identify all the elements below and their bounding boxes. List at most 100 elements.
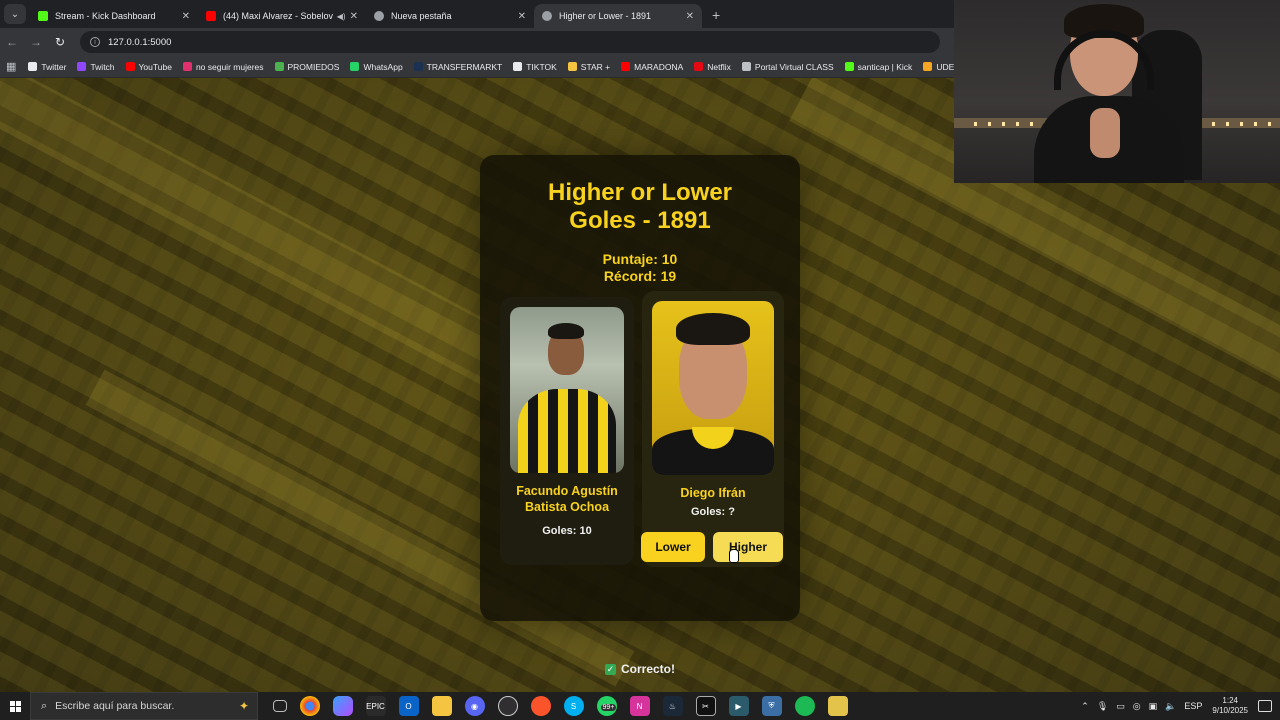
whatsapp-icon[interactable]: 99+ — [596, 696, 617, 716]
kick-icon — [38, 11, 48, 21]
bookmark-item[interactable]: no seguir mujeres — [182, 62, 264, 72]
bookmark-item[interactable]: PROMIEDOS — [274, 62, 339, 72]
notification-badge: 99+ — [600, 704, 617, 711]
bookmark-favicon-icon — [844, 62, 854, 71]
game-title-line1: Higher or Lower — [547, 179, 733, 206]
tab-higher-or-lower[interactable]: Higher or Lower - 1891 ✕ — [534, 4, 702, 28]
bookmark-item[interactable]: Portal Virtual CLASS — [741, 61, 834, 72]
webcam-overlay — [954, 0, 1280, 183]
bookmark-label: Twitch — [90, 61, 115, 72]
bookmark-favicon-icon — [274, 62, 284, 71]
tab-youtube[interactable]: (44) Maxi Alvarez - Sobelov ◀) ✕ — [198, 4, 366, 28]
chrome-icon — [374, 11, 384, 21]
volume-icon[interactable]: 🔈 — [1165, 701, 1176, 712]
terminal-icon[interactable]: ▶ — [728, 696, 749, 716]
bookmark-item[interactable]: YouTube — [125, 62, 172, 72]
bookmark-item[interactable]: STAR + — [567, 61, 611, 72]
copilot-sparkle-icon[interactable]: ✦ — [239, 699, 249, 713]
bookmark-item[interactable]: MARADONA — [621, 62, 683, 72]
close-icon[interactable]: ✕ — [686, 11, 694, 22]
bookmark-label: STAR + — [580, 61, 611, 72]
bookmark-item[interactable]: santicap | Kick — [844, 62, 912, 72]
left-player-card: Facundo Agustín Batista Ochoa Goles: 10 — [500, 297, 634, 565]
bookmark-item[interactable]: Twitch — [77, 61, 115, 72]
battery-icon[interactable]: ▭ — [1116, 701, 1125, 712]
bookmark-label: Portal Virtual CLASS — [754, 61, 834, 72]
apps-grid-icon[interactable]: ▦ — [6, 60, 16, 73]
close-icon[interactable]: ✕ — [350, 11, 358, 22]
copilot-icon[interactable] — [332, 696, 353, 716]
hand-cursor-icon — [729, 549, 739, 563]
bookmark-favicon-icon — [413, 62, 423, 71]
address-bar[interactable]: i 127.0.0.1:5000 — [80, 31, 940, 53]
taskbar-search-box[interactable]: ⌕ Escribe aquí para buscar. ✦ — [30, 692, 258, 720]
microphone-icon[interactable]: 🎙 — [1097, 701, 1108, 712]
outlook-icon[interactable]: O — [398, 696, 419, 716]
file-explorer-icon[interactable] — [431, 696, 452, 716]
skype-icon[interactable]: S — [563, 696, 584, 716]
bookmark-item[interactable]: TIKTOK — [513, 62, 557, 72]
forward-arrow-icon[interactable]: → — [24, 35, 48, 49]
lower-button[interactable]: Lower — [641, 532, 705, 562]
windows-start-button[interactable] — [0, 700, 30, 712]
address-text: 127.0.0.1:5000 — [108, 36, 172, 48]
clock[interactable]: 1:24 9/10/2025 — [1212, 696, 1248, 716]
capcut-icon[interactable]: ✂ — [695, 696, 716, 716]
result-text: Correcto! — [620, 662, 675, 676]
meet-now-icon[interactable]: ◎ — [1133, 701, 1141, 712]
player-hair — [676, 313, 750, 345]
bookmark-favicon-icon — [182, 62, 192, 71]
left-player-photo — [510, 307, 624, 473]
bookmark-favicon-icon — [621, 62, 631, 71]
epic-games-icon[interactable]: EPIC — [365, 696, 386, 716]
left-player-goals: Goles: 10 — [542, 525, 592, 537]
discord-icon[interactable]: ◉ — [464, 696, 485, 716]
system-tray: ⌃ 🎙 ▭ ◎ ▣ 🔈 ESP 1:24 9/10/2025 — [1077, 692, 1280, 720]
new-tab-plus-icon[interactable]: + — [712, 7, 720, 23]
bookmark-item[interactable]: TRANSFERMARKT — [413, 62, 502, 72]
tab-search-button[interactable]: ⌄ — [4, 4, 26, 24]
tab-kick-dashboard[interactable]: Stream - Kick Dashboard ✕ — [30, 4, 198, 28]
chevron-up-icon[interactable]: ⌃ — [1081, 701, 1089, 712]
speaker-icon[interactable]: ◀) — [337, 12, 346, 21]
game-title: Higher or Lower Goles - 1891 — [480, 179, 800, 235]
bookmark-favicon-icon — [513, 62, 523, 71]
clock-time: 1:24 — [1222, 696, 1238, 705]
bookmark-favicon-icon — [28, 62, 38, 71]
bookmark-favicon-icon — [567, 62, 577, 71]
search-placeholder: Escribe aquí para buscar. — [55, 700, 175, 712]
notification-center-icon[interactable] — [1258, 700, 1272, 712]
language-indicator[interactable]: ESP — [1184, 701, 1202, 711]
site-info-icon[interactable]: i — [90, 37, 100, 47]
close-icon[interactable]: ✕ — [182, 11, 190, 22]
file-manager-icon[interactable] — [827, 696, 848, 716]
bookmark-favicon-icon — [125, 62, 135, 71]
back-arrow-icon[interactable]: ← — [0, 35, 24, 49]
search-icon: ⌕ — [41, 699, 48, 712]
onenote-icon[interactable]: N — [629, 696, 650, 716]
higher-button[interactable]: Higher — [713, 532, 783, 562]
tab-new-tab[interactable]: Nueva pestaña ✕ — [366, 4, 534, 28]
player-hair — [548, 323, 584, 339]
clock-date: 9/10/2025 — [1212, 706, 1248, 715]
shield-icon[interactable]: ⛨ — [761, 696, 782, 716]
bookmark-label: WhatsApp — [363, 61, 403, 72]
task-view-icon[interactable] — [272, 700, 287, 712]
steam-icon[interactable]: ♨ — [662, 696, 683, 716]
network-icon[interactable]: ▣ — [1149, 701, 1158, 712]
streamer-hand — [1090, 108, 1120, 158]
score-text: Puntaje: 10 — [602, 251, 678, 267]
youtube-icon — [206, 11, 216, 21]
chrome-icon[interactable] — [299, 696, 320, 716]
right-player-photo — [652, 301, 774, 475]
bookmark-favicon-icon — [77, 62, 87, 71]
reload-icon[interactable]: ↻ — [48, 35, 72, 49]
obs-icon[interactable] — [497, 696, 518, 716]
bookmark-item[interactable]: WhatsApp — [350, 61, 403, 72]
bookmark-item[interactable]: UDE — [923, 62, 954, 72]
brave-icon[interactable] — [530, 696, 551, 716]
bookmark-item[interactable]: Netflix — [694, 62, 731, 72]
spotify-icon[interactable] — [794, 696, 815, 716]
bookmark-item[interactable]: Twitter — [28, 62, 66, 72]
close-icon[interactable]: ✕ — [518, 11, 526, 22]
